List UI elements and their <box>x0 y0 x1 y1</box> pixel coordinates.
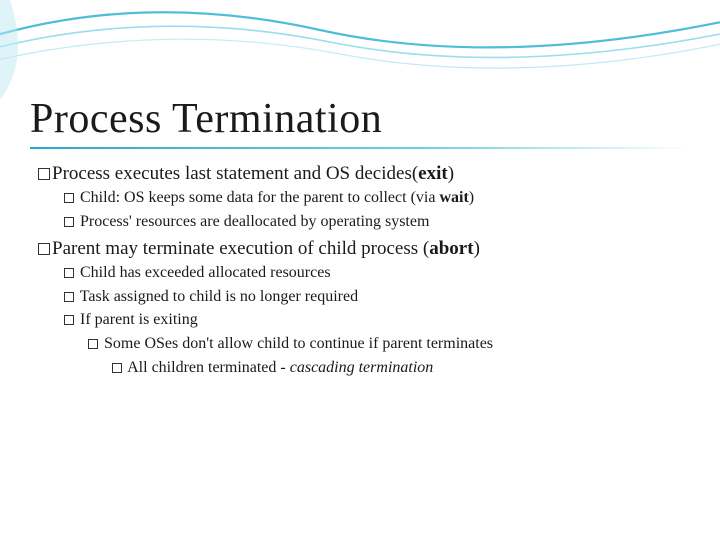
slide-top-decoration <box>0 0 720 100</box>
bullet-level2: Child has exceeded allocated resources <box>64 262 690 284</box>
bullet-text: Task assigned to child is no longer requ… <box>80 288 358 305</box>
bullet-level1: Process executes last statement and OS d… <box>38 163 690 185</box>
title-underline <box>30 147 690 149</box>
bullet-italic: cascading termination <box>290 359 434 376</box>
bullet-text: Some OSes don't allow child to continue … <box>104 335 493 352</box>
bullet-text: If parent is exiting <box>80 311 198 328</box>
bullet-text: All children terminated - <box>127 359 290 376</box>
square-bullet-icon <box>64 193 74 203</box>
bullet-text: Parent may terminate execution of child … <box>52 238 429 259</box>
slide-content: Process Termination Process executes las… <box>30 95 690 378</box>
bullet-bold: exit <box>418 163 448 184</box>
square-bullet-icon <box>64 268 74 278</box>
bullet-text: Child has exceeded allocated resources <box>80 264 331 281</box>
slide-title: Process Termination <box>30 95 690 143</box>
square-bullet-icon <box>88 339 98 349</box>
bullet-text: ) <box>469 189 474 206</box>
bullet-text: Process' resources are deallocated by op… <box>80 213 429 230</box>
square-bullet-icon <box>64 217 74 227</box>
bullet-text: ) <box>448 163 454 184</box>
bullet-level2: Task assigned to child is no longer requ… <box>64 286 690 308</box>
bullet-level4: All children terminated - cascading term… <box>112 357 690 379</box>
bullet-level2: Process' resources are deallocated by op… <box>64 211 690 233</box>
bullet-level1: Parent may terminate execution of child … <box>38 238 690 260</box>
bullet-bold: abort <box>429 238 473 259</box>
bullet-text: Process executes last statement and OS d… <box>52 163 418 184</box>
bullet-level2: If parent is exiting <box>64 309 690 331</box>
bullet-bold: wait <box>439 189 468 206</box>
square-bullet-icon <box>38 243 50 255</box>
bullet-text: Child: OS keeps some data for the parent… <box>80 189 439 206</box>
square-bullet-icon <box>38 168 50 180</box>
bullet-text: ) <box>474 238 480 259</box>
square-bullet-icon <box>64 292 74 302</box>
square-bullet-icon <box>112 363 122 373</box>
bullet-level3: Some OSes don't allow child to continue … <box>88 333 690 355</box>
bullet-level2: Child: OS keeps some data for the parent… <box>64 187 690 209</box>
square-bullet-icon <box>64 315 74 325</box>
